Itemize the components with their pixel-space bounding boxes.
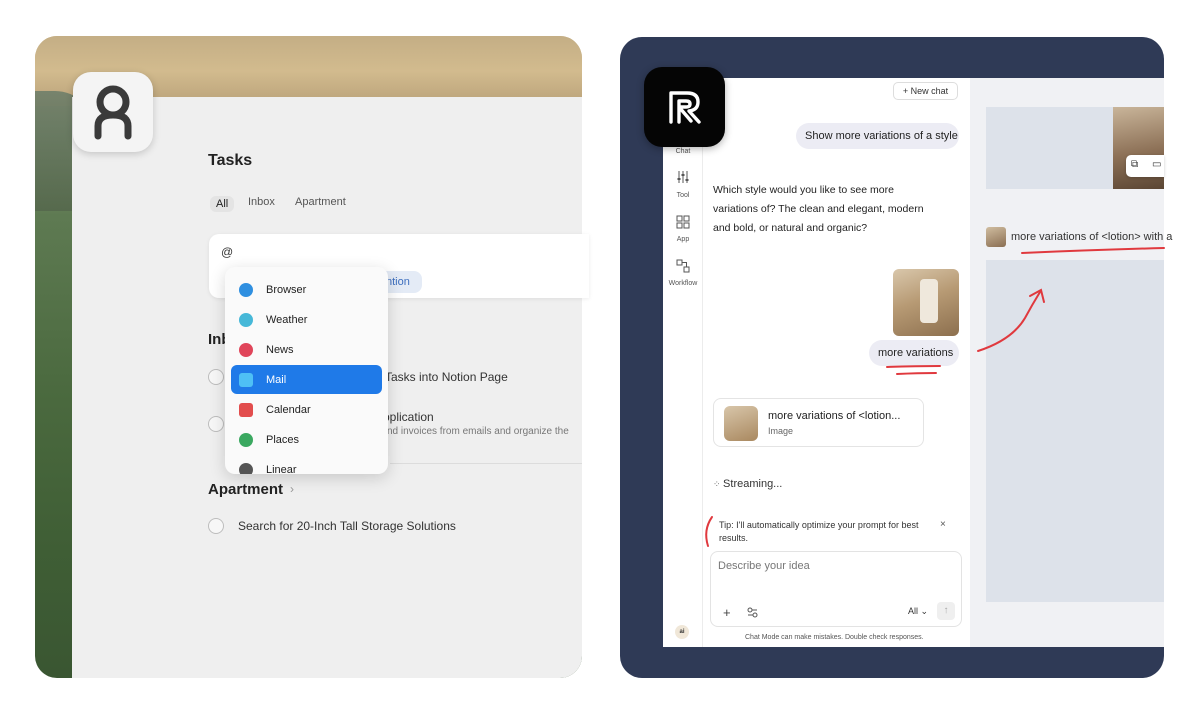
lotion-bottle (920, 279, 938, 323)
ai-badge[interactable]: ai (675, 625, 689, 639)
task-title[interactable]: Tasks into Notion Page (385, 370, 508, 384)
disclaimer: Chat Mode can make mistakes. Double chec… (745, 634, 924, 641)
prompt-preview: more variations of <lotion> with a (1011, 231, 1173, 243)
streaming-label: Streaming... (723, 478, 783, 490)
dropdown-item-browser[interactable]: Browser (231, 275, 382, 304)
result-thumbnail (724, 406, 758, 441)
video-icon[interactable]: ▭ (1152, 159, 1161, 170)
grid-icon (676, 215, 690, 229)
composer-input-value[interactable]: @ (221, 245, 233, 259)
dropdown-item-label: Calendar (266, 403, 311, 416)
calendar-icon (239, 402, 253, 417)
prompt-thumbnail (986, 227, 1006, 247)
dropdown-item-linear[interactable]: Linear (231, 455, 382, 474)
mode-select-label: All (908, 606, 919, 616)
user-message: more variations (869, 340, 959, 366)
uploaded-image[interactable] (893, 269, 959, 336)
task-checkbox[interactable] (208, 369, 224, 385)
mode-select[interactable]: All ⌄ (908, 606, 928, 617)
workflow-icon (676, 259, 690, 273)
divider (390, 463, 582, 464)
task-checkbox[interactable] (208, 518, 224, 534)
linear-icon (239, 462, 253, 474)
sparkle-icon: ⁘ (713, 479, 724, 489)
task-subtitle: nd invoices from emails and organize the (387, 426, 569, 437)
places-icon (239, 432, 253, 447)
sidebar-item-tool[interactable]: Tool (663, 192, 703, 199)
gallery-icon[interactable]: ⧉ (1131, 159, 1138, 170)
generated-image-card[interactable]: more variations of <lotion... Image (713, 398, 924, 447)
dropdown-item-weather[interactable]: Weather (231, 305, 382, 334)
close-icon[interactable]: × (940, 519, 946, 530)
dropdown-item-label: News (266, 343, 294, 356)
tasks-app-icon[interactable] (73, 72, 153, 152)
result-subtitle: Image (768, 426, 794, 436)
app-logo-icon (94, 85, 132, 140)
page-title: Tasks (208, 152, 253, 169)
user-message: Show more variations of a style (796, 123, 959, 149)
task-title[interactable]: pplication (383, 410, 434, 424)
sidebar (663, 78, 703, 647)
settings-icon[interactable] (747, 607, 758, 618)
tab-apartment[interactable]: Apartment (295, 196, 346, 208)
tab-inbox[interactable]: Inbox (248, 196, 275, 208)
image-toolbar: ⧉ ▭ (1126, 155, 1164, 177)
chevron-right-icon[interactable]: › (290, 482, 294, 496)
app-logo-icon (668, 91, 701, 124)
sidebar-item-chat[interactable]: Chat (663, 148, 703, 155)
dropdown-item-label: Browser (266, 283, 307, 296)
dropdown-item-places[interactable]: Places (231, 425, 382, 454)
dropdown-item-label: Mail (266, 373, 287, 386)
dropdown-item-label: Weather (266, 313, 308, 326)
result-title: more variations of <lotion... (768, 410, 901, 422)
chat-app-icon[interactable] (644, 67, 725, 147)
news-icon (239, 342, 253, 357)
send-button[interactable]: ↑ (937, 602, 955, 620)
mention-dropdown: Browser Weather News Mail Calendar Place… (225, 267, 388, 474)
task-checkbox[interactable] (208, 416, 224, 432)
dropdown-item-label: Linear (266, 463, 297, 475)
image-placeholder (986, 260, 1164, 602)
prompt-composer: + All ⌄ ↑ (710, 551, 962, 627)
section-heading-apartment[interactable]: Apartment (208, 481, 283, 498)
new-chat-label: New chat (910, 86, 949, 96)
globe-icon (239, 282, 253, 297)
sidebar-item-workflow[interactable]: Workflow (663, 280, 703, 287)
plus-icon[interactable]: + (723, 605, 731, 620)
mail-icon (239, 372, 253, 387)
dropdown-item-calendar[interactable]: Calendar (231, 395, 382, 424)
sidebar-item-app[interactable]: App (663, 236, 703, 243)
task-title[interactable]: Search for 20-Inch Tall Storage Solution… (238, 519, 456, 533)
streaming-status: ⁘ Streaming... (713, 478, 782, 490)
tab-all[interactable]: All (210, 196, 235, 212)
chevron-down-icon: ⌄ (920, 606, 929, 616)
plus-icon: + (902, 86, 911, 96)
tip-banner: Tip: I'll automatically optimize your pr… (719, 520, 919, 543)
prompt-input[interactable] (718, 560, 948, 572)
assistant-message: Which style would you like to see more v… (713, 184, 924, 234)
weather-icon (239, 312, 253, 327)
dropdown-item-mail[interactable]: Mail (231, 365, 382, 394)
dropdown-item-news[interactable]: News (231, 335, 382, 364)
new-chat-button[interactable]: + New chat (893, 82, 958, 100)
sliders-icon (677, 171, 689, 183)
dropdown-item-label: Places (266, 433, 300, 446)
